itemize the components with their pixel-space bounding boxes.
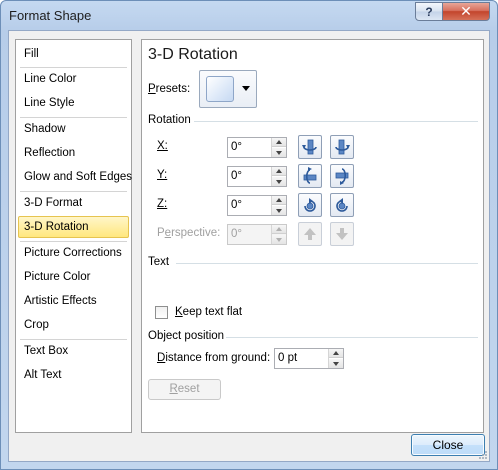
perspective-increase-button[interactable] bbox=[298, 222, 322, 246]
spin-up-button[interactable] bbox=[272, 138, 286, 147]
rotate-left-icon bbox=[302, 139, 317, 155]
nav-item-picture-color[interactable]: Picture Color bbox=[18, 266, 129, 288]
dialog-client-area: Fill Line Color Line Style Shadow Reflec… bbox=[8, 30, 490, 462]
y-rotation-label: Y: bbox=[157, 169, 168, 181]
section-divider bbox=[194, 121, 478, 122]
spin-down-button[interactable] bbox=[272, 148, 286, 157]
perspective-down-icon bbox=[336, 228, 348, 240]
nav-item-artistic-effects[interactable]: Artistic Effects bbox=[18, 290, 129, 312]
spin-down-button[interactable] bbox=[272, 235, 286, 244]
window-close-button[interactable]: ✕ bbox=[442, 2, 490, 21]
arrow-up-icon bbox=[276, 198, 282, 202]
z-rotation-value: 0° bbox=[231, 199, 242, 211]
nav-item-shadow[interactable]: Shadow bbox=[18, 118, 129, 140]
y-rotation-spinner bbox=[271, 167, 286, 186]
z-rotate-counterclockwise-button[interactable] bbox=[330, 193, 354, 217]
settings-panel: 3-D Rotation Presets: Rotation X: 0° Y: … bbox=[141, 39, 484, 433]
z-rotation-label: Z: bbox=[157, 198, 168, 210]
perspective-up-icon bbox=[304, 228, 316, 240]
section-divider bbox=[176, 263, 478, 264]
distance-spinner bbox=[328, 349, 343, 368]
close-button[interactable]: Close bbox=[411, 434, 485, 456]
rotate-down-icon bbox=[335, 168, 349, 185]
rotate-up-icon bbox=[303, 167, 317, 184]
format-shape-dialog: Format Shape ? ✕ Fill Line Color Line St… bbox=[0, 0, 498, 470]
perspective-value: 0° bbox=[231, 228, 242, 240]
x-rotation-label: X: bbox=[157, 140, 168, 152]
distance-from-ground-input[interactable]: 0 pt bbox=[274, 348, 344, 369]
rotate-counterclockwise-icon bbox=[336, 198, 348, 212]
nav-item-alt-text[interactable]: Alt Text bbox=[18, 364, 129, 386]
y-rotation-value: 0° bbox=[231, 170, 242, 182]
arrow-down-icon bbox=[333, 361, 339, 366]
arrow-down-icon bbox=[276, 179, 282, 184]
nav-item-line-color[interactable]: Line Color bbox=[18, 68, 129, 90]
spin-up-button[interactable] bbox=[272, 167, 286, 176]
z-rotate-clockwise-button[interactable] bbox=[298, 193, 322, 217]
x-rotate-left-button[interactable] bbox=[298, 135, 322, 159]
x-rotation-spinner bbox=[271, 138, 286, 157]
nav-item-3d-format[interactable]: 3-D Format bbox=[18, 192, 129, 214]
nav-item-3d-rotation[interactable]: 3-D Rotation bbox=[18, 216, 129, 238]
presets-label: Presets: bbox=[148, 83, 191, 95]
nav-item-fill[interactable]: Fill bbox=[18, 43, 129, 65]
z-rotation-input[interactable]: 0° bbox=[227, 195, 287, 216]
arrow-up-icon bbox=[333, 351, 339, 355]
perspective-decrease-button[interactable] bbox=[330, 222, 354, 246]
x-rotation-input[interactable]: 0° bbox=[227, 137, 287, 158]
section-divider bbox=[226, 337, 478, 338]
perspective-spinner bbox=[271, 225, 286, 244]
spin-up-button[interactable] bbox=[272, 196, 286, 205]
distance-from-ground-label: Distance from ground: bbox=[157, 352, 271, 364]
spin-down-button[interactable] bbox=[272, 206, 286, 215]
spin-up-button[interactable] bbox=[272, 225, 286, 234]
perspective-label: Perspective: bbox=[157, 227, 221, 239]
keep-text-flat-checkbox[interactable] bbox=[155, 306, 168, 319]
arrow-down-icon bbox=[276, 150, 282, 155]
arrow-up-icon bbox=[276, 140, 282, 144]
arrow-up-icon bbox=[276, 169, 282, 173]
y-rotate-up-button[interactable] bbox=[298, 164, 322, 188]
preset-swatch-icon bbox=[206, 76, 234, 102]
panel-title: 3-D Rotation bbox=[148, 46, 238, 63]
nav-item-reflection[interactable]: Reflection bbox=[18, 142, 129, 164]
x-rotation-value: 0° bbox=[231, 141, 242, 153]
rotate-clockwise-icon bbox=[304, 198, 316, 212]
rotation-section-label: Rotation bbox=[148, 114, 191, 126]
nav-item-picture-corrections[interactable]: Picture Corrections bbox=[18, 242, 129, 264]
z-rotation-spinner bbox=[271, 196, 286, 215]
y-rotate-down-button[interactable] bbox=[330, 164, 354, 188]
perspective-input[interactable]: 0° bbox=[227, 224, 287, 245]
presets-dropdown[interactable] bbox=[199, 70, 257, 108]
y-rotation-input[interactable]: 0° bbox=[227, 166, 287, 187]
arrow-down-icon bbox=[276, 237, 282, 242]
keep-text-flat-label: Keep text flat bbox=[175, 306, 243, 318]
rotate-right-icon bbox=[335, 139, 350, 155]
help-icon: ? bbox=[425, 4, 433, 19]
x-rotate-right-button[interactable] bbox=[330, 135, 354, 159]
close-icon: ✕ bbox=[460, 3, 472, 19]
category-list: Fill Line Color Line Style Shadow Reflec… bbox=[15, 39, 132, 433]
reset-button[interactable]: Reset bbox=[148, 379, 221, 400]
resize-grip-icon[interactable] bbox=[478, 450, 488, 460]
nav-item-line-style[interactable]: Line Style bbox=[18, 92, 129, 114]
spin-up-button[interactable] bbox=[329, 349, 343, 358]
nav-item-text-box[interactable]: Text Box bbox=[18, 340, 129, 362]
arrow-up-icon bbox=[276, 227, 282, 231]
window-title: Format Shape bbox=[9, 8, 92, 23]
arrow-down-icon bbox=[276, 208, 282, 213]
help-button[interactable]: ? bbox=[415, 2, 443, 21]
nav-item-crop[interactable]: Crop bbox=[18, 314, 129, 336]
nav-item-glow-soft-edges[interactable]: Glow and Soft Edges bbox=[18, 166, 132, 188]
object-position-section-label: Object position bbox=[148, 330, 225, 342]
chevron-down-icon bbox=[242, 86, 250, 91]
spin-down-button[interactable] bbox=[329, 359, 343, 368]
spin-down-button[interactable] bbox=[272, 177, 286, 186]
title-bar[interactable]: Format Shape ? ✕ bbox=[1, 1, 497, 31]
distance-from-ground-value: 0 pt bbox=[278, 352, 298, 364]
text-section-label: Text bbox=[148, 256, 170, 268]
